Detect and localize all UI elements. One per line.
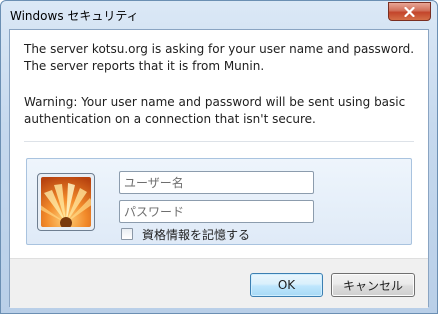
warning-text-line1: Warning: Your user name and password wil…: [24, 95, 406, 109]
dialog-body: The server kotsu.org is asking for your …: [9, 29, 429, 308]
server-realm-text: The server reports that it is from Munin…: [24, 59, 265, 73]
close-icon: [404, 6, 415, 17]
warning-text-line2: authentication on a connection that isn'…: [24, 112, 316, 126]
title-bar[interactable]: Windows セキュリティ: [1, 1, 437, 29]
dialog-content: The server kotsu.org is asking for your …: [10, 30, 428, 258]
cancel-button[interactable]: キャンセル: [331, 273, 415, 297]
ok-button-label: OK: [277, 278, 296, 292]
user-tile-flower-icon: [41, 177, 91, 227]
window-title: Windows セキュリティ: [10, 9, 139, 23]
remember-credentials-label[interactable]: 資格情報を記憶する: [142, 226, 250, 243]
button-bar: OK キャンセル: [10, 258, 428, 308]
close-button[interactable]: [388, 2, 431, 21]
server-request-text: The server kotsu.org is asking for your …: [24, 42, 415, 56]
username-field[interactable]: [119, 171, 314, 194]
remember-credentials-checkbox[interactable]: [121, 228, 133, 240]
separator: [24, 141, 414, 142]
user-tile: [37, 173, 95, 231]
credential-panel: 資格情報を記憶する: [26, 158, 412, 245]
cancel-button-label: キャンセル: [342, 278, 403, 293]
ok-button[interactable]: OK: [250, 273, 323, 297]
security-dialog: Windows セキュリティ The server kotsu.org is a…: [0, 0, 438, 314]
password-field[interactable]: [119, 200, 314, 223]
